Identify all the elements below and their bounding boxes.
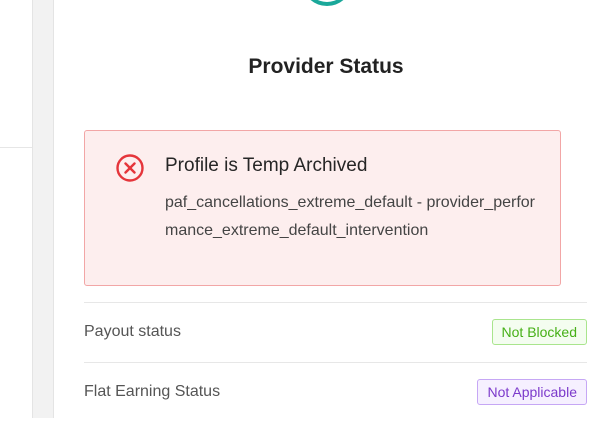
status-ring-icon — [304, 0, 350, 6]
provider-status-panel: Provider Status Profile is Temp Archived… — [54, 0, 598, 418]
payout-status-label: Payout status — [84, 323, 181, 340]
alert-message: paf_cancellations_extreme_default - prov… — [165, 194, 535, 239]
flat-earning-status-label: Flat Earning Status — [84, 383, 221, 400]
flat-earning-status-row: Flat Earning Status Not Applicable — [84, 362, 587, 422]
payout-status-row: Payout status Not Blocked — [84, 302, 587, 362]
page-title: Provider Status — [248, 55, 404, 78]
panel-gutter — [32, 0, 54, 418]
left-panel-divider — [0, 147, 32, 148]
flat-earning-status-badge: Not Applicable — [477, 379, 587, 405]
archived-alert: Profile is Temp Archived paf_cancellatio… — [84, 130, 561, 286]
close-circle-icon — [116, 154, 144, 182]
alert-heading: Profile is Temp Archived — [165, 155, 368, 176]
payout-status-badge: Not Blocked — [491, 319, 587, 345]
left-panel-edge — [0, 0, 32, 418]
